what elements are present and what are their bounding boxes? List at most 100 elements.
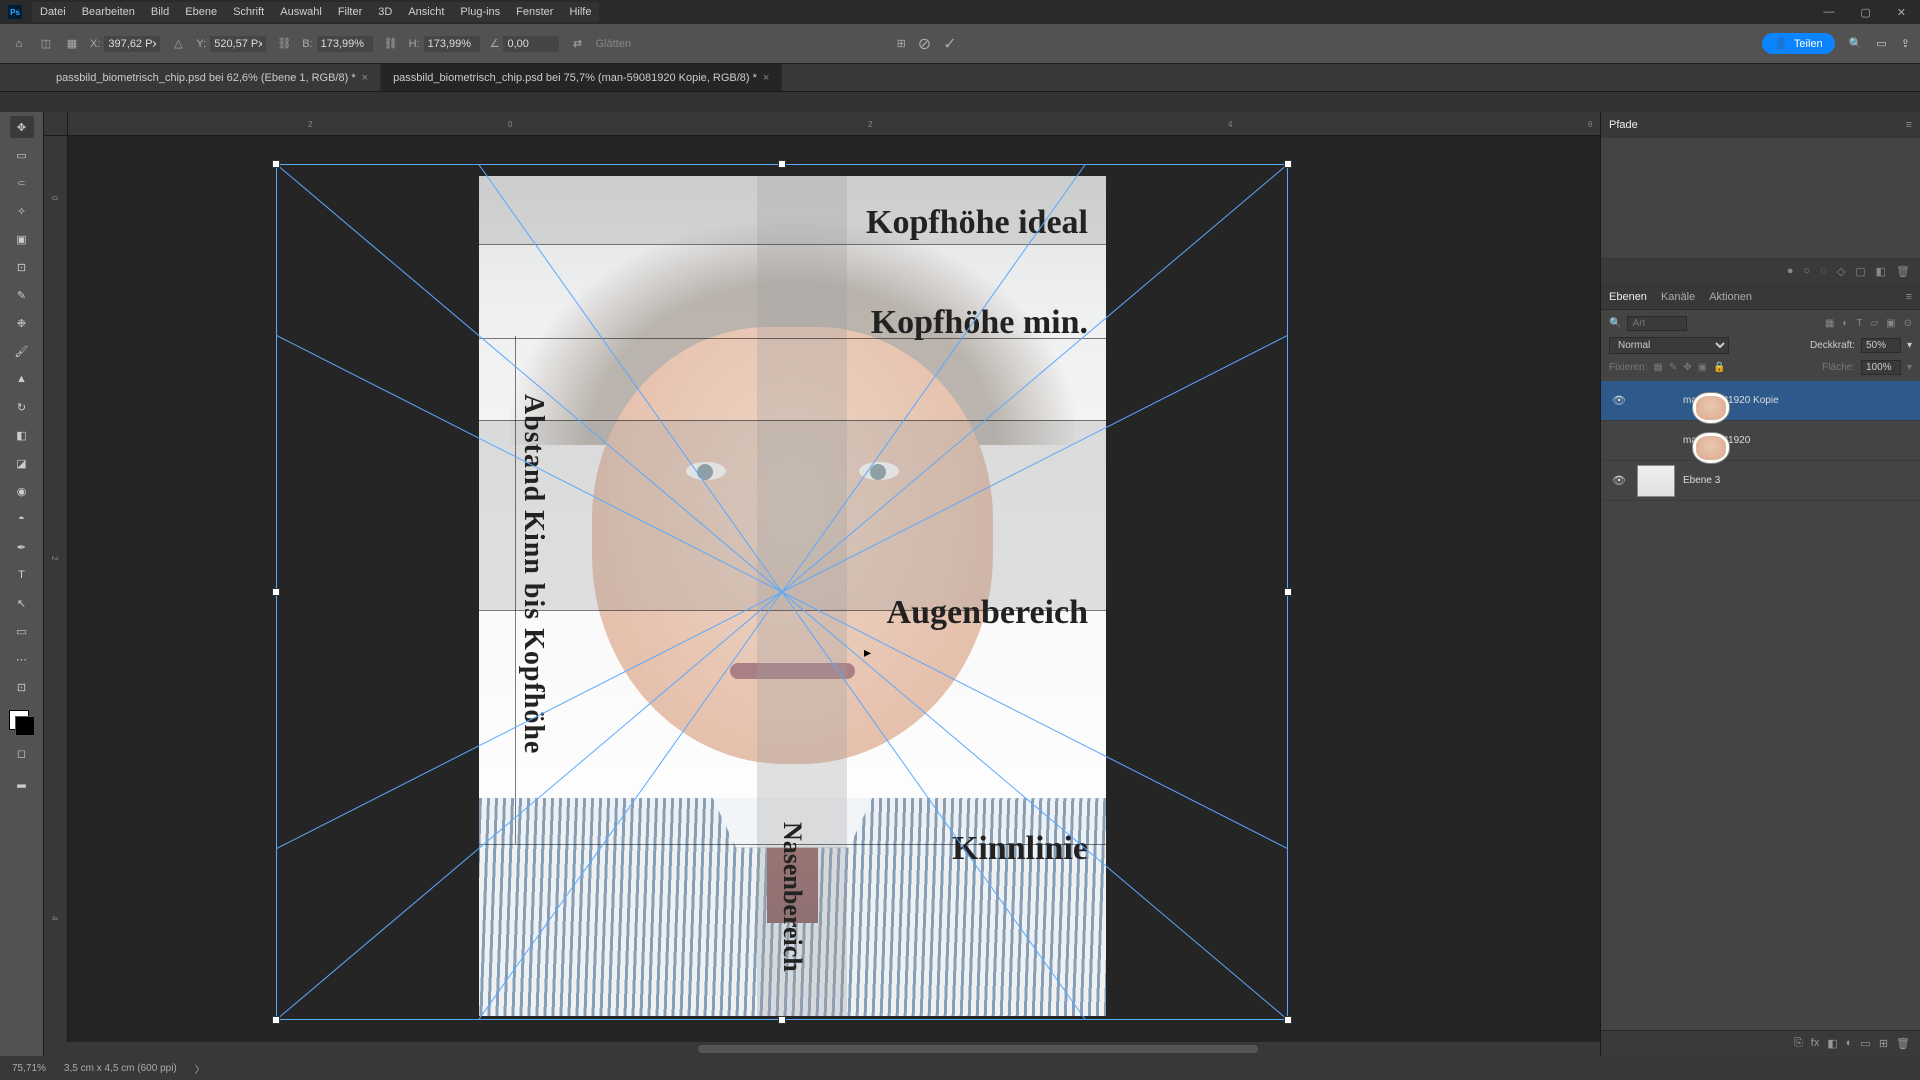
lock-paint-icon[interactable]: ✎ [1669,362,1677,373]
doc-info[interactable]: 3,5 cm x 4,5 cm (600 ppi) [64,1063,177,1074]
x-input[interactable] [104,36,160,52]
window-close-button[interactable]: ✕ [1891,4,1912,21]
lasso-tool[interactable]: ⸦ [10,172,34,194]
transform-handle-ml[interactable] [272,588,280,596]
path-to-sel-icon[interactable]: ◌ [1820,265,1827,278]
path-fill-icon[interactable]: ● [1787,265,1794,278]
ruler-vertical[interactable]: 0 2 4 [44,136,68,1056]
path-select-tool[interactable]: ↖ [10,592,34,614]
pen-tool[interactable]: ✒ [10,536,34,558]
mask-icon[interactable]: ◧ [1876,265,1886,278]
menu-ebene[interactable]: Ebene [185,6,217,18]
layer-visibility-toggle[interactable]: 👁 [1609,394,1629,407]
workspace-icon[interactable]: ▭ [1876,37,1886,50]
y-input[interactable] [210,36,266,52]
transform-handle-tl[interactable] [272,160,280,168]
hand-tool[interactable]: ⋯ [10,648,34,670]
transform-handle-bl[interactable] [272,1016,280,1024]
menu-3d[interactable]: 3D [378,6,392,18]
new-layer-icon[interactable]: ⊞ [1879,1037,1888,1050]
move-tool[interactable]: ✥ [10,116,34,138]
pfade-tab[interactable]: Pfade [1609,119,1638,131]
close-tab-icon[interactable]: × [763,72,769,84]
glatten-label[interactable]: Glätten [595,38,630,50]
window-minimize-button[interactable]: — [1817,4,1840,21]
filter-pixel-icon[interactable]: ▦ [1825,318,1834,329]
link2-icon[interactable]: ⛓ [383,36,399,52]
lock-artboard-icon[interactable]: ▣ [1698,362,1707,373]
brush-tool[interactable]: 🖌 [10,340,34,362]
search-icon[interactable]: 🔍 [1849,37,1863,50]
angle-input[interactable] [503,36,559,52]
stamp-tool[interactable]: ▲ [10,368,34,390]
doc-tab-2[interactable]: passbild_biometrisch_chip.psd bei 75,7% … [381,64,782,91]
ebenen-tab[interactable]: Ebenen [1609,291,1647,303]
cancel-transform-button[interactable]: ⊘ [918,34,931,54]
fill-dropdown-icon[interactable]: ▾ [1907,362,1912,373]
crop-tool[interactable]: ▣ [10,228,34,250]
opacity-dropdown-icon[interactable]: ▾ [1907,340,1912,351]
layer-thumbnail[interactable] [1637,465,1675,497]
layer-thumbnail[interactable] [1692,432,1730,464]
filter-smart-icon[interactable]: ▣ [1886,318,1895,329]
filter-type-icon[interactable]: T [1856,318,1862,329]
link-icon[interactable]: ⛓ [276,36,292,52]
doc-tab-1[interactable]: passbild_biometrisch_chip.psd bei 62,6% … [44,64,381,91]
blur-tool[interactable]: ◉ [10,480,34,502]
delete-layer-icon[interactable]: 🗑 [1896,1037,1910,1050]
menu-schrift[interactable]: Schrift [233,6,264,18]
quickmask-tool[interactable]: ◻ [10,742,34,764]
layer-row[interactable]: man-59081920 [1601,421,1920,461]
wand-tool[interactable]: ✧ [10,200,34,222]
menu-ansicht[interactable]: Ansicht [408,6,444,18]
layer-mask-icon[interactable]: ◧ [1827,1037,1837,1050]
commit-transform-button[interactable]: ✓ [943,34,956,54]
transform-handle-tc[interactable] [778,160,786,168]
canvas[interactable]: 2 0 2 4 6 0 2 4 Kopfhöhe ideal [44,112,1600,1056]
width-input[interactable] [317,36,373,52]
layer-group-icon[interactable]: ▭ [1860,1037,1870,1050]
transform-handle-tr[interactable] [1284,160,1292,168]
layer-search-input[interactable] [1627,316,1687,331]
reference-point-icon[interactable]: ▦ [64,36,80,52]
marquee-tool[interactable]: ▭ [10,144,34,166]
menu-plugins[interactable]: Plug-ins [460,6,500,18]
zoom-tool[interactable]: ⊡ [10,676,34,698]
filter-toggle-icon[interactable]: ⊙ [1904,318,1912,329]
new-path-icon[interactable]: ▢ [1855,265,1865,278]
transform-tool-icon[interactable]: ◫ [38,36,54,52]
zoom-level[interactable]: 75,71% [12,1063,46,1074]
eraser-tool[interactable]: ◧ [10,424,34,446]
fill-input[interactable] [1861,360,1901,375]
height-input[interactable] [424,36,480,52]
heal-tool[interactable]: ❉ [10,312,34,334]
dodge-tool[interactable]: ◓ [10,508,34,530]
menu-bild[interactable]: Bild [151,6,169,18]
swap-icon[interactable]: △ [170,36,186,52]
delete-path-icon[interactable]: 🗑 [1896,265,1910,278]
horizontal-scrollbar[interactable] [44,1042,1600,1056]
ruler-horizontal[interactable]: 2 0 2 4 6 [68,112,1600,136]
menu-filter[interactable]: Filter [338,6,362,18]
layer-panel-menu-icon[interactable]: ≡ [1906,291,1912,303]
adjustment-layer-icon[interactable]: ◐ [1846,1037,1853,1050]
screenmode-tool[interactable]: ▂ [10,770,34,792]
blend-mode-select[interactable]: Normal [1609,337,1729,354]
lock-transparency-icon[interactable]: ▦ [1653,362,1662,373]
share-button[interactable]: 👤Teilen [1762,33,1834,54]
home-icon[interactable]: ⌂ [10,35,28,53]
shape-tool[interactable]: ▭ [10,620,34,642]
kanale-tab[interactable]: Kanäle [1661,291,1695,303]
export-icon[interactable]: ⇪ [1901,37,1910,50]
layer-row[interactable]: 👁 man-59081920 Kopie [1601,381,1920,421]
history-brush-tool[interactable]: ↻ [10,396,34,418]
lock-position-icon[interactable]: ✥ [1683,362,1691,373]
layer-name[interactable]: Ebene 3 [1683,475,1720,486]
opacity-input[interactable] [1861,338,1901,353]
menu-bearbeiten[interactable]: Bearbeiten [82,6,135,18]
menu-fenster[interactable]: Fenster [516,6,553,18]
gradient-tool[interactable]: ◪ [10,452,34,474]
layer-row[interactable]: 👁 Ebene 3 [1601,461,1920,501]
menu-datei[interactable]: Datei [40,6,66,18]
status-chevron-icon[interactable]: 〉 [195,1061,205,1076]
